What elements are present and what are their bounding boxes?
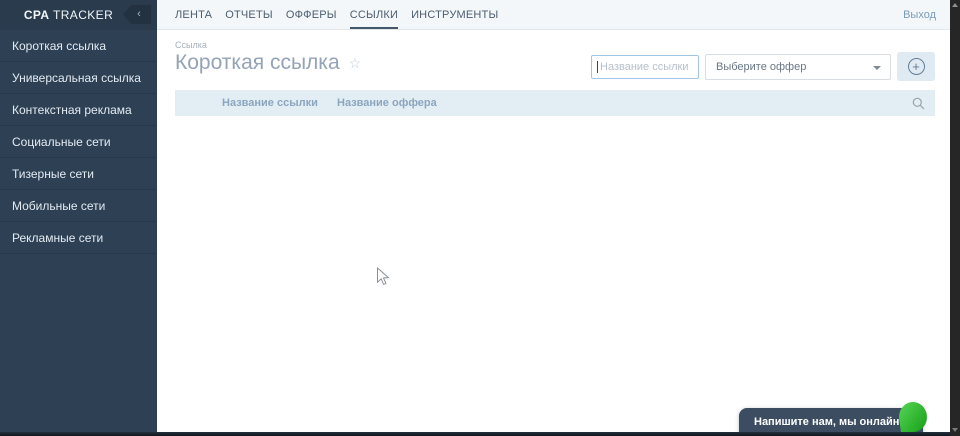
- search-icon: [912, 97, 924, 109]
- sidebar-collapse-button[interactable]: ‹: [123, 5, 151, 24]
- sidebar-item-label: Короткая ссылка: [12, 38, 107, 53]
- tab-reports[interactable]: ОТЧЕТЫ: [225, 0, 273, 29]
- window-bottom-edge: [0, 432, 960, 436]
- link-name-input[interactable]: [591, 54, 699, 79]
- logo-rest: TRACKER: [49, 8, 114, 22]
- chevron-down-icon: [873, 65, 881, 70]
- logout-link[interactable]: Выход: [903, 9, 936, 21]
- scroll-up-icon[interactable]: [952, 3, 958, 7]
- column-header-link-name[interactable]: Название ссылки: [222, 97, 318, 109]
- sidebar-item-short-link[interactable]: Короткая ссылка: [0, 30, 157, 62]
- sidebar-item-label: Социальные сети: [12, 134, 111, 149]
- breadcrumb: Ссылка: [175, 40, 207, 50]
- plus-circle-icon: +: [907, 58, 925, 75]
- sidebar-item-label: Контекстная реклама: [12, 102, 132, 117]
- sidebar-item-label: Рекламные сети: [12, 230, 104, 245]
- sidebar-item-universal-link[interactable]: Универсальная ссылка: [0, 62, 157, 94]
- toolbar-controls: Выберите оффер +: [591, 52, 935, 81]
- app-logo: CPA TRACKER: [24, 8, 113, 22]
- vertical-scrollbar[interactable]: [950, 0, 960, 436]
- chevron-left-icon: ‹: [137, 8, 141, 20]
- offer-select-value: Выберите оффер: [716, 60, 807, 73]
- column-header-offer-name[interactable]: Название оффера: [337, 97, 437, 109]
- add-link-button[interactable]: +: [897, 52, 935, 81]
- sidebar-item-teaser-networks[interactable]: Тизерные сети: [0, 158, 157, 190]
- offer-select-dropdown[interactable]: Выберите оффер: [705, 53, 891, 80]
- sidebar-item-label: Тизерные сети: [12, 166, 94, 181]
- tab-links[interactable]: ССЫЛКИ: [349, 0, 399, 29]
- logo-bold: CPA: [23, 8, 50, 22]
- scroll-down-icon[interactable]: [952, 428, 958, 432]
- table-search-button[interactable]: [909, 95, 927, 111]
- sidebar-item-social-networks[interactable]: Социальные сети: [0, 126, 157, 158]
- sidebar-item-ad-networks[interactable]: Рекламные сети: [0, 222, 157, 254]
- sidebar-item-label: Универсальная ссылка: [12, 70, 141, 85]
- main-content: Ссылка Короткая ссылка ☆ Выберите оффер …: [157, 31, 950, 436]
- favorite-star-icon[interactable]: ☆: [349, 55, 362, 72]
- table-header-row: Название ссылки Название оффера: [175, 90, 935, 116]
- top-navigation: ЛЕНТА ОТЧЕТЫ ОФФЕРЫ ССЫЛКИ ИНСТРУМЕНТЫ В…: [157, 0, 950, 30]
- tab-tools[interactable]: ИНСТРУМЕНТЫ: [411, 0, 498, 29]
- page-title: Короткая ссылка: [175, 51, 340, 74]
- chat-widget-message: Напишите нам, мы онлайн!: [754, 416, 904, 428]
- tab-feed[interactable]: ЛЕНТА: [175, 0, 212, 29]
- text-caret: [597, 60, 598, 73]
- sidebar-header: CPA TRACKER ‹: [0, 0, 157, 30]
- tab-offers[interactable]: ОФФЕРЫ: [286, 0, 337, 29]
- sidebar-item-label: Мобильные сети: [12, 198, 106, 213]
- sidebar-item-mobile-networks[interactable]: Мобильные сети: [0, 190, 157, 222]
- sidebar-item-context-ads[interactable]: Контекстная реклама: [0, 94, 157, 126]
- sidebar: CPA TRACKER ‹ Короткая ссылка Универсаль…: [0, 0, 157, 436]
